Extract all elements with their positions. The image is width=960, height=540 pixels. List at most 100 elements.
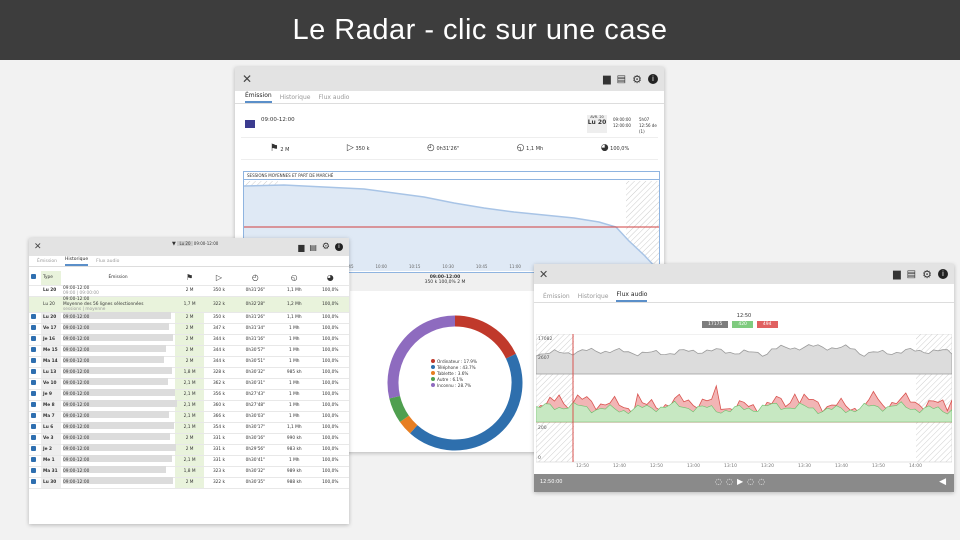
table-row[interactable]: Lu 20 09:00-12:00 09:00 | 09:00:00 2 M 35… xyxy=(29,285,349,297)
info-icon[interactable]: i xyxy=(335,243,343,251)
gear-icon[interactable]: ⚙ xyxy=(322,242,330,252)
table-row[interactable]: Lu 13 09:00-12:00 1,8 M 328 k 0h30'32" 985 kh… xyxy=(29,367,349,379)
table-row[interactable]: Lu 6 09:00-12:00 2,1 M 354 k 0h30'17" 1,1 Mh 1… xyxy=(29,422,349,434)
close-icon[interactable]: ✕ xyxy=(539,268,548,281)
row-checkbox[interactable] xyxy=(29,356,41,368)
tab-flux-audio[interactable]: Flux audio xyxy=(318,92,349,103)
col-type[interactable]: Type xyxy=(41,271,61,286)
x-tick: 13:10 xyxy=(724,463,737,469)
table-row[interactable]: Je 9 09:00-12:00 2,1 M 356 k 0h27'43" 1 Mh 100… xyxy=(29,389,349,401)
forward-10-icon[interactable]: ◌ xyxy=(747,477,754,486)
tab-emission[interactable]: Émission xyxy=(37,257,57,266)
tab-flux-audio[interactable]: Flux audio xyxy=(616,289,648,302)
row-checkbox[interactable] xyxy=(29,455,41,467)
forward-30-icon[interactable]: ◌ xyxy=(758,477,765,486)
info-icon[interactable]: i xyxy=(648,74,658,84)
donut-header: 09:00-12:00 350 k 100,0% 2 M xyxy=(350,273,540,291)
tab-bar: Émission Historique Flux audio xyxy=(534,284,954,303)
current-time: 12:50:00 xyxy=(540,479,563,485)
date-box: AVR. 20 Lu 20 xyxy=(587,115,607,133)
cell: 100,0% xyxy=(311,296,349,313)
row-checkbox[interactable] xyxy=(29,411,41,423)
select-all-checkbox[interactable] xyxy=(29,271,41,286)
rewind-30-icon[interactable]: ◌ xyxy=(715,477,722,486)
x-tick: 10:30 xyxy=(442,264,454,269)
summary-row: Lu 20 09:00-12:00 Moyenne des 56 lignes s… xyxy=(29,296,349,313)
close-icon[interactable]: ✕ xyxy=(242,72,252,86)
row-checkbox[interactable] xyxy=(29,466,41,478)
tab-historique[interactable]: Historique xyxy=(280,92,311,103)
pdf-icon[interactable]: ▆ xyxy=(298,243,304,252)
row-checkbox[interactable] xyxy=(29,389,41,401)
row-checkbox[interactable] xyxy=(29,477,41,489)
table-row[interactable]: Lu 30 09:00-12:00 2 M 322 k 0h30'35" 988 kh 10… xyxy=(29,477,349,489)
audio-plot[interactable]: 12:50 12:40 12:50 13:00 13:10 13:20 13:30 13:40… xyxy=(536,334,952,474)
table-row[interactable]: Me 1 09:00-12:00 2,1 M 331 k 0h30'41" 1 Mh 100… xyxy=(29,455,349,467)
volume-icon[interactable]: ◀ xyxy=(939,477,946,487)
donut-slice[interactable] xyxy=(389,395,410,422)
print-icon[interactable]: ▤ xyxy=(907,269,916,280)
table-row[interactable]: Ve 3 09:00-12:00 2 M 331 k 0h30'16" 990 kh 100… xyxy=(29,433,349,445)
col-listeners-icon[interactable]: ▷ xyxy=(204,271,234,286)
rewind-10-icon[interactable]: ◌ xyxy=(726,477,733,486)
table-row[interactable]: Me 8 09:00-12:00 2,1 M 360 k 0h27'48" 1 Mh 100… xyxy=(29,400,349,412)
col-hours-icon[interactable]: ◵ xyxy=(277,271,312,286)
tab-historique[interactable]: Historique xyxy=(578,291,609,302)
col-share-icon[interactable]: ◕ xyxy=(311,271,349,286)
row-checkbox[interactable] xyxy=(29,378,41,390)
donut-slice[interactable] xyxy=(454,315,516,359)
row-checkbox[interactable] xyxy=(29,433,41,445)
table-row[interactable]: Ve 17 09:00-12:00 2 M 347 k 0h31'34" 1 Mh 100,… xyxy=(29,323,349,335)
tab-historique[interactable]: Historique xyxy=(65,255,89,266)
cell: 100,0% xyxy=(311,422,349,434)
row-checkbox[interactable] xyxy=(29,422,41,434)
date-dropdown[interactable]: ▼ Lu 20 09:00-12:00 xyxy=(172,241,218,247)
tab-emission[interactable]: Émission xyxy=(245,90,272,103)
col-emission[interactable]: Émission xyxy=(61,271,175,286)
close-icon[interactable]: ✕ xyxy=(34,242,42,252)
badge-green: 420 xyxy=(732,321,753,328)
donut-slice[interactable] xyxy=(399,415,418,434)
table-row[interactable]: Ma 7 09:00-12:00 2,1 M 366 k 0h30'03" 1 Mh 100… xyxy=(29,411,349,423)
row-checkbox[interactable] xyxy=(29,312,41,324)
cell: 1 Mh xyxy=(277,334,312,346)
row-emission: 09:00-12:00 xyxy=(61,477,175,489)
table-row[interactable]: Ma 14 09:00-12:00 2 M 344 k 0h30'51" 1 Mh 100,… xyxy=(29,356,349,368)
cell: 2,1 M xyxy=(175,455,205,467)
play-icon[interactable]: ▶ xyxy=(737,477,743,486)
cell: 1,1 Mh xyxy=(277,422,312,434)
tab-flux-audio[interactable]: Flux audio xyxy=(96,257,119,266)
row-checkbox[interactable] xyxy=(29,444,41,456)
gear-icon[interactable]: ⚙ xyxy=(632,73,642,86)
row-checkbox[interactable] xyxy=(29,400,41,412)
print-icon[interactable]: ▤ xyxy=(617,74,626,85)
cell: 323 k xyxy=(204,466,234,478)
tab-emission[interactable]: Émission xyxy=(543,291,570,302)
tab-bar: Émission Historique Flux audio xyxy=(235,91,664,104)
info-icon[interactable]: i xyxy=(938,269,948,279)
table-row[interactable]: Lu 20 09:00-12:00 2 M 350 k 0h31'26" 1,1 Mh 10… xyxy=(29,312,349,324)
row-checkbox[interactable] xyxy=(29,323,41,335)
pdf-icon[interactable]: ▆ xyxy=(893,269,901,280)
row-checkbox[interactable] xyxy=(29,334,41,346)
row-checkbox[interactable] xyxy=(29,367,41,379)
table-row[interactable]: Me 15 09:00-12:00 2 M 344 k 0h30'57" 1 Mh 100,… xyxy=(29,345,349,357)
gear-icon[interactable]: ⚙ xyxy=(922,268,932,281)
col-sessions-icon[interactable]: ⚑ xyxy=(175,271,205,286)
stats-row: ⚑ 2 M ▷ 350 k ◴ 0h31'26" ◵ 1,1 Mh ◕ 100,… xyxy=(241,137,658,160)
print-icon[interactable]: ▤ xyxy=(309,243,317,252)
cell: 100,0% xyxy=(311,356,349,368)
pdf-icon[interactable]: ▆ xyxy=(603,74,611,85)
table-row[interactable]: Je 2 09:00-12:00 2 M 331 k 0h29'56" 983 kh 100… xyxy=(29,444,349,456)
col-duration-icon[interactable]: ◴ xyxy=(233,271,278,286)
x-tick: 12:50 xyxy=(576,463,589,469)
cell: 100,0% xyxy=(311,345,349,357)
row-emission: 09:00-12:00 xyxy=(61,312,175,324)
audio-time-label: 12:50 xyxy=(736,313,752,319)
window-titlebar: ✕ ▆ ▤ ⚙ i xyxy=(235,67,664,91)
table-row[interactable]: Ma 31 09:00-12:00 1,8 M 323 k 0h30'32" 989 kh… xyxy=(29,466,349,478)
table-row[interactable]: Je 16 09:00-12:00 2 M 344 k 0h31'16" 1 Mh 100,… xyxy=(29,334,349,346)
table-row[interactable]: Ve 10 09:00-12:00 2,1 M 362 k 0h30'31" 1 Mh 10… xyxy=(29,378,349,390)
x-tick: 10:45 xyxy=(475,264,488,269)
row-checkbox[interactable] xyxy=(29,345,41,357)
